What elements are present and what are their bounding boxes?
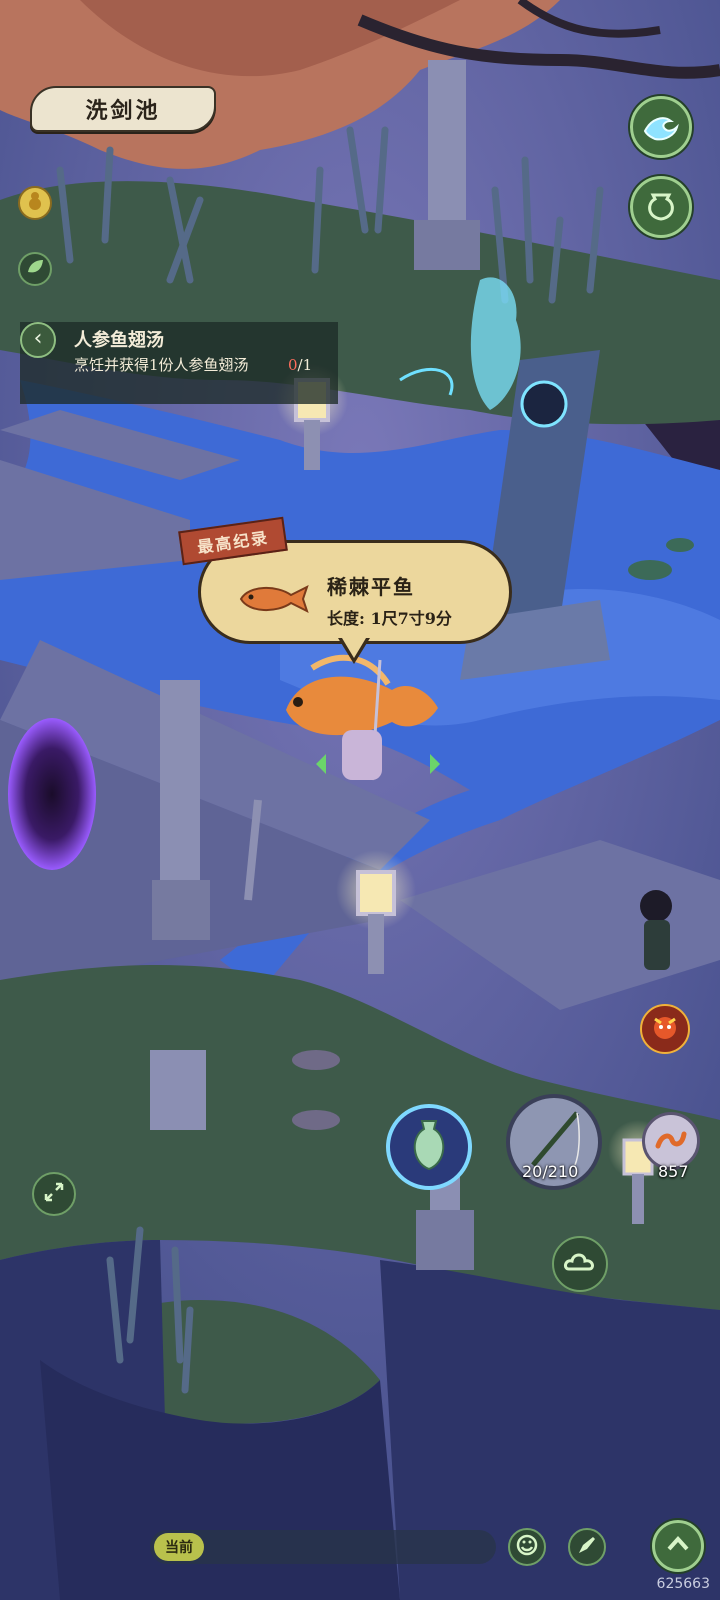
wave-icon (641, 105, 681, 149)
cloud-icon (563, 1247, 597, 1281)
scene-art (0, 0, 720, 1600)
bait-worm-icon (654, 1126, 688, 1156)
quest-progress: 0/1 (288, 356, 312, 374)
quest-progress-current: 0 (288, 356, 298, 374)
fish-name: 稀棘平鱼 (327, 575, 415, 599)
pen-button[interactable] (568, 1528, 606, 1566)
gold-gourd-icon (24, 190, 46, 216)
wave-button[interactable] (630, 96, 692, 158)
emoji-icon (515, 1533, 539, 1561)
jar-icon (643, 187, 679, 227)
chevron-up-icon (663, 1529, 693, 1563)
game-scene[interactable] (0, 0, 720, 1600)
quest-title: 人参鱼翅汤 (74, 330, 164, 351)
chat-channel-tag[interactable]: 当前 (154, 1533, 204, 1561)
fish-length: 长度: 1尺7寸9分 (327, 609, 452, 628)
expand-icon (42, 1180, 66, 1208)
emoji-button[interactable] (508, 1528, 546, 1566)
rod-durability: 20/210 (522, 1162, 579, 1181)
catch-record-bubble: 稀棘平鱼 长度: 1尺7寸9分 最高纪录 (178, 516, 512, 670)
jar-button[interactable] (630, 176, 692, 238)
quest-collapse-button[interactable]: ‹ (20, 322, 56, 358)
expand-button[interactable] (32, 1172, 76, 1216)
quest-progress-total: /1 (297, 356, 313, 374)
leaf-button[interactable] (18, 252, 52, 286)
bait-count: 857 (658, 1162, 689, 1181)
demon-face-icon (649, 1011, 681, 1047)
gourd-button[interactable] (18, 186, 52, 220)
leaf-icon (24, 256, 46, 282)
vase-icon (406, 1117, 452, 1177)
vase-button[interactable] (386, 1104, 472, 1190)
location-name-badge: 洗剑池 (30, 86, 216, 132)
location-name: 洗剑池 (85, 98, 161, 124)
bubble-tail-inner (342, 638, 366, 658)
fish-thumbnail-icon (237, 581, 313, 621)
expand-menu-button[interactable] (652, 1520, 704, 1572)
pen-icon (575, 1533, 599, 1561)
chat-bar[interactable]: 当前 (150, 1530, 496, 1564)
watermark-id: 625663 (656, 1576, 710, 1592)
quest-description: 烹饪并获得1份人参鱼翅汤 (74, 356, 249, 374)
demon-event-button[interactable] (640, 1004, 690, 1054)
quest-tracker[interactable]: ‹ 人参鱼翅汤 烹饪并获得1份人参鱼翅汤 0/1 (20, 322, 338, 404)
cloud-button[interactable] (552, 1236, 608, 1292)
chevron-left-icon: ‹ (33, 326, 43, 351)
